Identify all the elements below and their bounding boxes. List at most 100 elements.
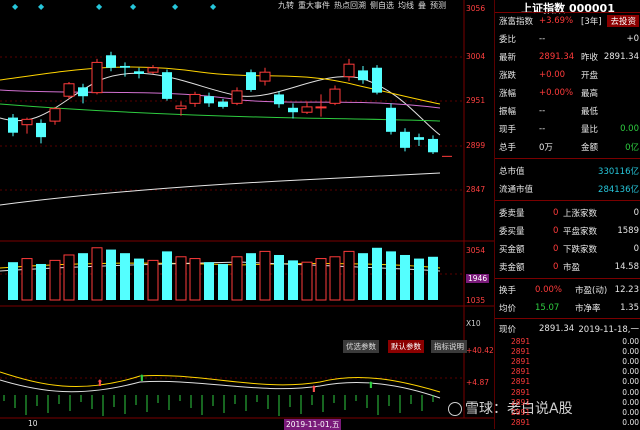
quote-label: 昨收 xyxy=(581,53,599,63)
quote-panel: 上证指数 000001 涨富指数 +3.69% [3年] 去投资 委比 -- +0 最新 289… xyxy=(494,0,640,429)
market-row: 总市值 330116亿 xyxy=(495,162,640,180)
snowball-logo-icon xyxy=(448,402,462,416)
volume-bar xyxy=(428,256,438,300)
tick-change: 0.00 xyxy=(622,387,639,397)
candle-body xyxy=(246,72,256,90)
volume-bar xyxy=(343,250,355,301)
volume-bar xyxy=(204,262,214,300)
optimize-params-button[interactable]: 优选参数 xyxy=(343,340,379,353)
candle-body xyxy=(204,96,214,104)
breadth-label: 买金额 xyxy=(499,245,525,255)
breadth-value: 0 xyxy=(553,208,559,218)
quote-value: 0.00 xyxy=(620,124,639,134)
volume-tick: 3054 xyxy=(466,246,486,255)
quote-label: 委比 xyxy=(499,35,517,45)
volume-unit: X10 xyxy=(466,319,481,328)
tick-change: 0.00 xyxy=(622,397,639,407)
event-marker-icon[interactable]: ◆ xyxy=(12,2,18,11)
quote-label: 涨幅 xyxy=(499,89,517,99)
volume-bar xyxy=(246,253,256,300)
tick-row: 2891 0.00 xyxy=(495,397,640,407)
event-marker-icon[interactable]: ◆ xyxy=(130,2,136,11)
tick-price: 2891 xyxy=(511,346,531,356)
volume-bar xyxy=(91,247,103,301)
tab-hot-review[interactable]: 热点回溯 xyxy=(334,0,366,11)
extra-label: 市盈(动) xyxy=(575,286,608,296)
panel-divider xyxy=(495,278,640,279)
candle-body xyxy=(231,90,243,104)
extra-label: 市净率 xyxy=(575,304,601,314)
breadth-label: 市盈 xyxy=(563,263,581,273)
breadth-row: 委买量 0 平盘家数 1589 xyxy=(495,222,640,240)
candle-body xyxy=(21,118,33,126)
indicator-explain-button[interactable]: 指标说明 xyxy=(431,340,467,353)
breadth-value: 0 xyxy=(553,244,559,254)
default-params-button[interactable]: 默认参数 xyxy=(388,340,424,353)
panel-divider xyxy=(495,158,640,159)
volume-bar xyxy=(301,261,313,301)
event-marker-icon[interactable]: ◆ xyxy=(172,2,178,11)
extra-value: 12.23 xyxy=(614,285,639,295)
tick-price: 2891 xyxy=(511,356,531,366)
quote-label: 开盘 xyxy=(581,71,599,81)
breadth-label: 卖金额 xyxy=(499,263,525,273)
tick-change: 0.00 xyxy=(622,336,639,346)
candle-body xyxy=(386,107,396,132)
volume-bar xyxy=(36,263,46,300)
tick-row: 2891 0.00 xyxy=(495,418,640,428)
tick-price: 2891 xyxy=(511,367,531,377)
candle-body xyxy=(274,94,284,105)
crosshair-date-label: 2019-11-01,五 xyxy=(284,419,342,430)
candle-body xyxy=(49,108,61,122)
quote-value: 0亿 xyxy=(625,143,639,153)
tick-row: 2891 0.00 xyxy=(495,367,640,377)
quote-label: 量比 xyxy=(581,125,599,135)
tab-moving-average[interactable]: 均线 xyxy=(398,0,414,11)
quote-label: 最低 xyxy=(581,107,599,117)
tick-price: 2891 xyxy=(511,407,531,417)
market-row: 流通市值 284136亿 xyxy=(495,180,640,198)
event-marker-icon[interactable]: ◆ xyxy=(210,2,216,11)
volume-bar xyxy=(372,247,382,300)
candle-body xyxy=(218,101,228,107)
candle-body xyxy=(414,137,424,140)
buy-signal-arrow: ⬆ xyxy=(310,385,318,395)
quote-label: [3年] xyxy=(581,17,602,27)
breadth-value: 0 xyxy=(633,244,639,254)
tab-forecast[interactable]: 预测 xyxy=(430,0,446,11)
kline-chart[interactable]: ⬆ ⬆ ⬆ ⬆ xyxy=(0,0,494,429)
indicator-tick: +40.42 xyxy=(466,346,494,355)
tab-major-events[interactable]: 重大事件 xyxy=(298,0,330,11)
candle-body xyxy=(78,87,88,97)
event-marker-icon[interactable]: ◆ xyxy=(38,2,44,11)
quote-label: 振幅 xyxy=(499,107,517,117)
candle-body xyxy=(36,122,46,138)
volume-bar xyxy=(106,249,116,300)
quote-row: 委比 -- +0 xyxy=(495,30,640,48)
breadth-value: 14.58 xyxy=(614,262,639,272)
tick-change: 0.00 xyxy=(622,377,639,387)
tick-price: 2891 xyxy=(511,336,531,346)
tick-price: 2891 xyxy=(511,418,531,428)
event-marker-icon[interactable]: ◆ xyxy=(96,2,102,11)
market-value: 330116亿 xyxy=(598,167,639,177)
quote-value: +0.00% xyxy=(539,88,574,98)
candle-body xyxy=(162,72,172,99)
tab-jiuzhuan[interactable]: 九转 xyxy=(278,0,294,11)
candle-body xyxy=(63,83,75,97)
candle-body xyxy=(8,117,18,133)
volume-bar xyxy=(259,250,271,301)
tab-overlay[interactable]: 叠 xyxy=(418,0,426,11)
chart-toolbar: 九转 重大事件 热点回溯 侧自选 均线 叠 预测 xyxy=(278,0,464,11)
breadth-label: 委卖量 xyxy=(499,209,525,219)
panel-divider xyxy=(495,200,640,201)
price-tick: 2899 xyxy=(466,141,486,150)
invest-button[interactable]: 去投资 xyxy=(607,15,639,27)
tick-change: 0.00 xyxy=(622,407,639,417)
tab-self-select[interactable]: 侧自选 xyxy=(370,0,394,11)
breadth-value: 1589 xyxy=(617,226,639,236)
extra-value: 0.00% xyxy=(535,285,563,295)
tick-row: 2891 0.00 xyxy=(495,336,640,346)
candle-body xyxy=(189,93,201,104)
volume-bar xyxy=(21,258,33,301)
